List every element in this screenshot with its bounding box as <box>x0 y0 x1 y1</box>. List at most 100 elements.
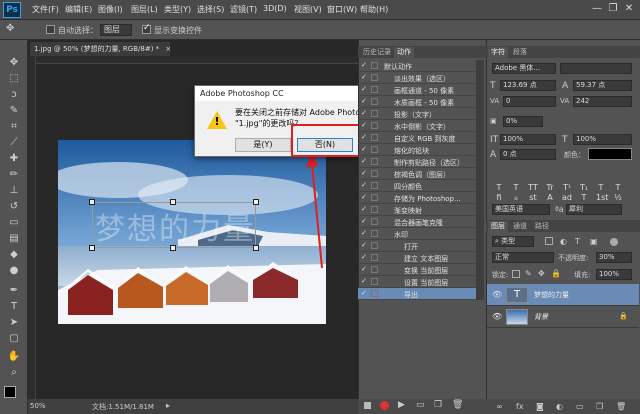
actions-scrollbar[interactable] <box>476 60 484 300</box>
action-check-icon[interactable]: ✓ <box>361 98 368 105</box>
action-dialog-toggle[interactable] <box>371 86 378 93</box>
trash-icon[interactable]: 🗑 <box>452 400 463 410</box>
opentype-style-button[interactable]: ℴ <box>511 193 521 202</box>
zoom-tool-icon[interactable]: ⌕ <box>6 366 22 380</box>
lock-transparent-icon[interactable] <box>512 270 520 278</box>
menu-layer[interactable]: 图层(L) <box>131 4 158 15</box>
lock-position-icon[interactable]: ✥ <box>538 269 545 278</box>
menu-3d[interactable]: 3D(D) <box>263 4 287 13</box>
opentype-style-button[interactable]: 1st <box>596 193 608 202</box>
action-item[interactable]: ✓ 变换 当前图层 <box>358 264 476 276</box>
text-style-button[interactable]: T <box>511 183 521 192</box>
font-style-select[interactable] <box>560 63 632 74</box>
action-item[interactable]: ✓ 存储为 Photoshop... <box>358 192 476 204</box>
text-style-button[interactable]: T₁ <box>579 183 589 192</box>
visibility-eye-icon[interactable]: 👁 <box>492 312 502 322</box>
menu-filter[interactable]: 滤镜(T) <box>230 4 257 15</box>
brush-tool-icon[interactable]: ✏ <box>6 168 22 182</box>
visibility-eye-icon[interactable]: 👁 <box>492 290 502 300</box>
filter-pixel-icon[interactable] <box>545 237 553 245</box>
action-dialog-toggle[interactable] <box>371 170 378 177</box>
action-item[interactable]: ✓ 四分颜色 <box>358 180 476 192</box>
close-icon[interactable]: ✕ <box>622 2 636 16</box>
action-dialog-toggle[interactable] <box>371 290 378 297</box>
adjustment-icon[interactable]: ◐ <box>556 402 563 411</box>
show-transform-checkbox[interactable] <box>142 23 151 34</box>
action-item[interactable]: ✓ 自定义 RGB 到灰度 <box>358 132 476 144</box>
action-check-icon[interactable]: ✓ <box>361 158 368 165</box>
action-item[interactable]: ✓ 画框通道 - 50 像素 <box>358 84 476 96</box>
action-dialog-toggle[interactable] <box>371 110 378 117</box>
folder-icon[interactable]: ▭ <box>416 400 425 410</box>
action-item[interactable]: ✓ 制作剪贴路径（选区） <box>358 156 476 168</box>
quick-select-tool-icon[interactable]: ✎ <box>6 104 22 118</box>
link-icon[interactable]: ∞ <box>496 402 503 411</box>
action-dialog-toggle[interactable] <box>371 182 378 189</box>
tab-layers[interactable]: 图层 <box>488 221 508 232</box>
opentype-style-button[interactable]: fi <box>494 193 504 202</box>
action-item[interactable]: ✓ 木质画框 - 50 像素 <box>358 96 476 108</box>
dodge-tool-icon[interactable]: ● <box>6 264 22 278</box>
action-item[interactable]: ✓ 建立 文本图层 <box>358 252 476 264</box>
minimize-icon[interactable]: — <box>590 2 604 16</box>
action-item[interactable]: ✓ 投影（文字） <box>358 108 476 120</box>
menu-file[interactable]: 文件(F) <box>32 4 59 15</box>
new-action-icon[interactable]: ❐ <box>434 400 442 410</box>
crop-tool-icon[interactable]: ⌗ <box>6 120 22 134</box>
action-item[interactable]: ✓ 水中倒影（文字） <box>358 120 476 132</box>
action-dialog-toggle[interactable] <box>371 206 378 213</box>
text-color-swatch[interactable] <box>588 148 632 160</box>
action-dialog-toggle[interactable] <box>371 218 378 225</box>
eyedropper-tool-icon[interactable]: ⟋ <box>6 136 22 150</box>
marquee-tool-icon[interactable]: ⬚ <box>6 72 22 86</box>
antialias-select[interactable]: 犀利 <box>566 204 622 215</box>
action-check-icon[interactable]: ✓ <box>361 170 368 177</box>
lasso-tool-icon[interactable]: ↄ <box>6 88 22 102</box>
transform-handle[interactable] <box>253 199 259 205</box>
layer-name[interactable]: 梦想的力量 <box>534 290 569 300</box>
action-check-icon[interactable]: ✓ <box>361 122 368 129</box>
transform-handle[interactable] <box>170 199 176 205</box>
action-dialog-toggle[interactable] <box>371 242 378 249</box>
filter-adjust-icon[interactable]: ◐ <box>560 237 567 246</box>
action-item[interactable]: ✓ 打开 <box>358 240 476 252</box>
layer-name[interactable]: 背景 <box>534 312 548 322</box>
play-icon[interactable]: ▶ <box>398 400 405 410</box>
action-dialog-toggle[interactable] <box>371 98 378 105</box>
action-item[interactable]: ✓ 导出 <box>358 288 476 300</box>
action-item[interactable]: ✓ 熔化的铅块 <box>358 144 476 156</box>
menu-type[interactable]: 类型(Y) <box>164 4 191 15</box>
tab-actions[interactable]: 动作 <box>394 47 414 58</box>
yes-button[interactable]: 是(Y) <box>235 138 291 152</box>
hand-tool-icon[interactable]: ✋ <box>6 350 22 364</box>
auto-select-checkbox[interactable] <box>46 25 55 34</box>
action-dialog-toggle[interactable] <box>371 146 378 153</box>
kerning-field[interactable]: 0 <box>503 96 556 107</box>
language-select[interactable]: 美国英语 <box>492 204 550 215</box>
history-brush-tool-icon[interactable]: ↺ <box>6 200 22 214</box>
trash-icon[interactable]: 🗑 <box>616 402 626 411</box>
action-item[interactable]: ✓ 棕褐色调（图层） <box>358 168 476 180</box>
action-item[interactable]: ✓ 混合器画笔克隆 <box>358 216 476 228</box>
action-check-icon[interactable]: ✓ <box>361 86 368 93</box>
path-select-tool-icon[interactable]: ➤ <box>6 316 22 330</box>
menu-help[interactable]: 帮助(H) <box>360 4 388 15</box>
text-style-button[interactable]: T <box>613 183 623 192</box>
action-check-icon[interactable]: ✓ <box>361 278 368 285</box>
text-style-button[interactable]: T <box>596 183 606 192</box>
horizontal-scale-field[interactable]: 100% <box>573 134 632 145</box>
text-style-button[interactable]: T <box>494 183 504 192</box>
tab-channels[interactable]: 通道 <box>510 221 530 232</box>
action-check-icon[interactable]: ✓ <box>361 254 368 261</box>
text-style-button[interactable]: Tr <box>545 183 555 192</box>
action-check-icon[interactable]: ✓ <box>361 182 368 189</box>
text-style-button[interactable]: T¹ <box>562 183 572 192</box>
action-item[interactable]: ✓ 渐变映射 <box>358 204 476 216</box>
action-check-icon[interactable]: ✓ <box>361 74 368 81</box>
vertical-scale-field[interactable]: 100% <box>500 134 556 145</box>
action-dialog-toggle[interactable] <box>371 230 378 237</box>
lock-all-icon[interactable]: 🔒 <box>551 269 561 278</box>
filter-type-icon[interactable]: T <box>575 237 580 246</box>
move-tool-icon[interactable]: ✥ <box>6 56 22 70</box>
filter-shape-icon[interactable]: ▣ <box>590 237 598 246</box>
